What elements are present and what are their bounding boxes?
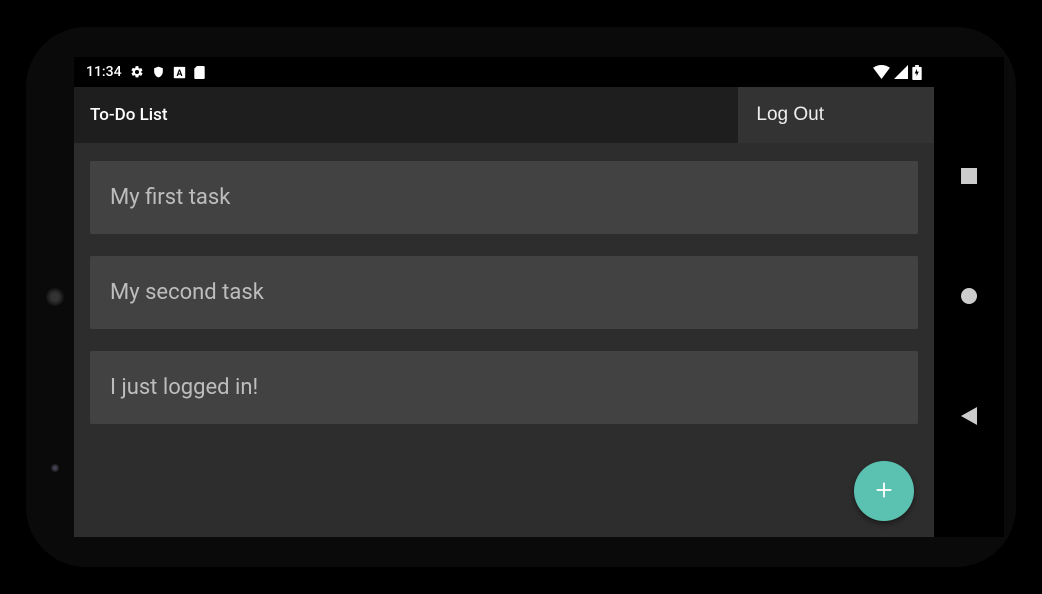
sd-card-icon xyxy=(194,66,205,79)
back-triangle-icon xyxy=(961,407,977,428)
settings-icon xyxy=(130,65,144,79)
cellular-icon xyxy=(894,65,908,79)
back-button[interactable] xyxy=(949,397,989,437)
add-task-button[interactable] xyxy=(854,461,914,521)
list-item[interactable]: I just logged in! xyxy=(90,351,918,424)
screen: 11:34 A xyxy=(74,57,1004,537)
battery-icon xyxy=(912,65,922,80)
shield-icon xyxy=(152,65,165,79)
circle-icon xyxy=(960,287,978,308)
device-frame: 11:34 A xyxy=(26,27,1016,567)
nav-bar xyxy=(934,57,1004,537)
logout-button[interactable]: Log Out xyxy=(738,87,934,143)
letter-a-icon: A xyxy=(173,66,186,79)
status-bar: 11:34 A xyxy=(74,57,934,87)
app-bar: To-Do List Log Out xyxy=(74,87,934,143)
status-time: 11:34 xyxy=(86,64,122,80)
svg-text:A: A xyxy=(176,68,182,78)
list-item[interactable]: My second task xyxy=(90,256,918,329)
device-speaker xyxy=(46,288,64,306)
plus-icon xyxy=(873,479,895,504)
app-title: To-Do List xyxy=(90,105,168,125)
wifi-icon xyxy=(873,65,890,79)
square-icon xyxy=(961,168,977,187)
status-left: 11:34 A xyxy=(86,64,205,80)
recent-apps-button[interactable] xyxy=(949,157,989,197)
status-right xyxy=(873,65,922,80)
task-list: My first task My second task I just logg… xyxy=(74,143,934,537)
device-camera xyxy=(51,464,59,472)
list-item[interactable]: My first task xyxy=(90,161,918,234)
home-button[interactable] xyxy=(949,277,989,317)
app-content: 11:34 A xyxy=(74,57,934,537)
